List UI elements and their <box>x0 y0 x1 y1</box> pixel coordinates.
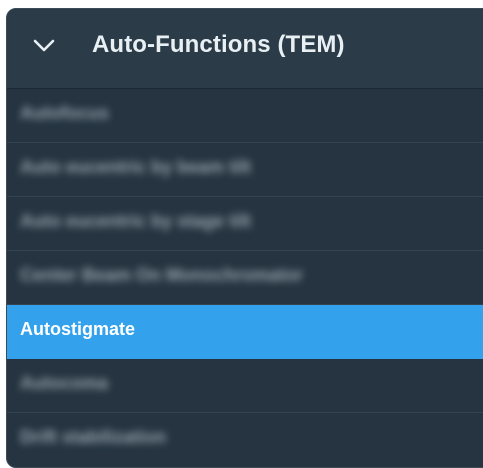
auto-functions-panel: Auto-Functions (TEM) Autofocus Auto euce… <box>6 8 483 468</box>
list-item-autostigmate[interactable]: Autostigmate <box>7 305 483 359</box>
list-item-autocoma[interactable]: Autocoma <box>7 359 483 413</box>
list-item-label: Auto eucentric by stage tilt <box>20 211 252 231</box>
list-item-label: Drift stabilization <box>20 427 167 447</box>
chevron-down-icon[interactable] <box>33 38 55 54</box>
list-item-label: Auto eucentric by beam tilt <box>20 157 252 177</box>
list-item-drift-stabilization[interactable]: Drift stabilization <box>7 413 483 467</box>
list-item-label: Autofocus <box>20 103 109 123</box>
list-item-autofocus[interactable]: Autofocus <box>7 89 483 143</box>
list-item-label: Autocoma <box>20 373 109 393</box>
list-item-eucentric-beam-tilt[interactable]: Auto eucentric by beam tilt <box>7 143 483 197</box>
list-item-center-beam[interactable]: Center Beam On Monochromator <box>7 251 483 305</box>
panel-header[interactable]: Auto-Functions (TEM) <box>7 9 483 89</box>
panel-title: Auto-Functions (TEM) <box>92 31 345 58</box>
list-item-eucentric-stage-tilt[interactable]: Auto eucentric by stage tilt <box>7 197 483 251</box>
list-item-label: Center Beam On Monochromator <box>20 265 304 285</box>
list-item-label: Autostigmate <box>20 319 136 339</box>
function-list: Autofocus Auto eucentric by beam tilt Au… <box>7 89 483 467</box>
